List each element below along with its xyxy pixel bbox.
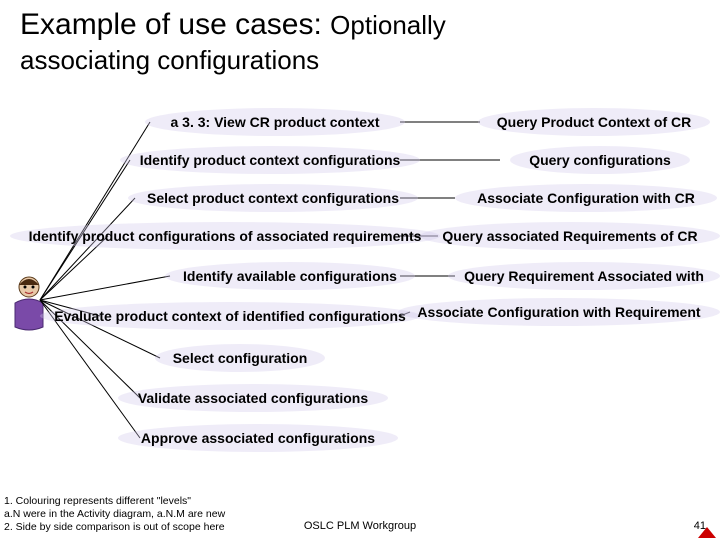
actor-icon bbox=[5, 275, 53, 331]
bubble-label: Select configuration bbox=[173, 350, 308, 366]
footnote-line: a.N were in the Activity diagram, a.N.M … bbox=[4, 508, 225, 521]
bubble-label: Validate associated configurations bbox=[138, 390, 368, 406]
footnotes: 1. Colouring represents different "level… bbox=[4, 495, 225, 534]
usecase-bubble: Identify product context configurations bbox=[120, 146, 420, 174]
footer-center: OSLC PLM Workgroup bbox=[304, 520, 416, 532]
usecase-bubble: Validate associated configurations bbox=[118, 384, 388, 412]
usecase-bubble-right: Associate Configuration with CR bbox=[455, 184, 717, 212]
usecase-bubble: Select product context configurations bbox=[128, 184, 418, 212]
bubble-label: Evaluate product context of identified c… bbox=[54, 308, 406, 324]
bubble-label: a 3. 3: View CR product context bbox=[170, 114, 379, 130]
bubble-label: Select product context configurations bbox=[147, 190, 399, 206]
usecase-bubble: Evaluate product context of identified c… bbox=[40, 302, 420, 330]
bubble-label: Associate Configuration with Requirement bbox=[417, 304, 700, 320]
bubble-label: Identify available configurations bbox=[183, 268, 397, 284]
corner-marker-icon bbox=[698, 527, 716, 538]
footnote-line: 2. Side by side comparison is out of sco… bbox=[4, 521, 225, 534]
title-sub1: Optionally bbox=[330, 10, 446, 40]
usecase-bubble-right: Query associated Requirements of CR bbox=[420, 222, 720, 250]
bubble-label: Query Product Context of CR bbox=[497, 114, 691, 130]
slide: Example of use cases: Optionally associa… bbox=[0, 0, 720, 540]
usecase-bubble: a 3. 3: View CR product context bbox=[145, 108, 405, 136]
bubble-label: Identify product context configurations bbox=[140, 152, 401, 168]
bubble-label: Query Requirement Associated with bbox=[464, 268, 704, 284]
title-main: Example of use cases: bbox=[20, 8, 322, 41]
bubble-label: Query configurations bbox=[529, 152, 671, 168]
usecase-bubble: Select configuration bbox=[155, 344, 325, 372]
usecase-bubble-right: Query Requirement Associated with bbox=[448, 262, 720, 290]
usecase-bubble: Identify available configurations bbox=[165, 262, 415, 290]
slide-title: Example of use cases: Optionally associa… bbox=[20, 8, 446, 77]
bubble-label: Associate Configuration with CR bbox=[477, 190, 695, 206]
title-sub2: associating configurations bbox=[20, 45, 319, 75]
bubble-label: Query associated Requirements of CR bbox=[442, 228, 697, 244]
usecase-bubble-right: Associate Configuration with Requirement bbox=[398, 298, 720, 326]
footnote-line: 1. Colouring represents different "level… bbox=[4, 495, 225, 508]
usecase-bubble-right: Query configurations bbox=[510, 146, 690, 174]
bubble-label: Identify product configurations of assoc… bbox=[29, 228, 422, 244]
usecase-bubble: Approve associated configurations bbox=[118, 424, 398, 452]
bubble-label: Approve associated configurations bbox=[141, 430, 375, 446]
usecase-bubble: Identify product configurations of assoc… bbox=[10, 222, 440, 250]
usecase-bubble-right: Query Product Context of CR bbox=[478, 108, 710, 136]
